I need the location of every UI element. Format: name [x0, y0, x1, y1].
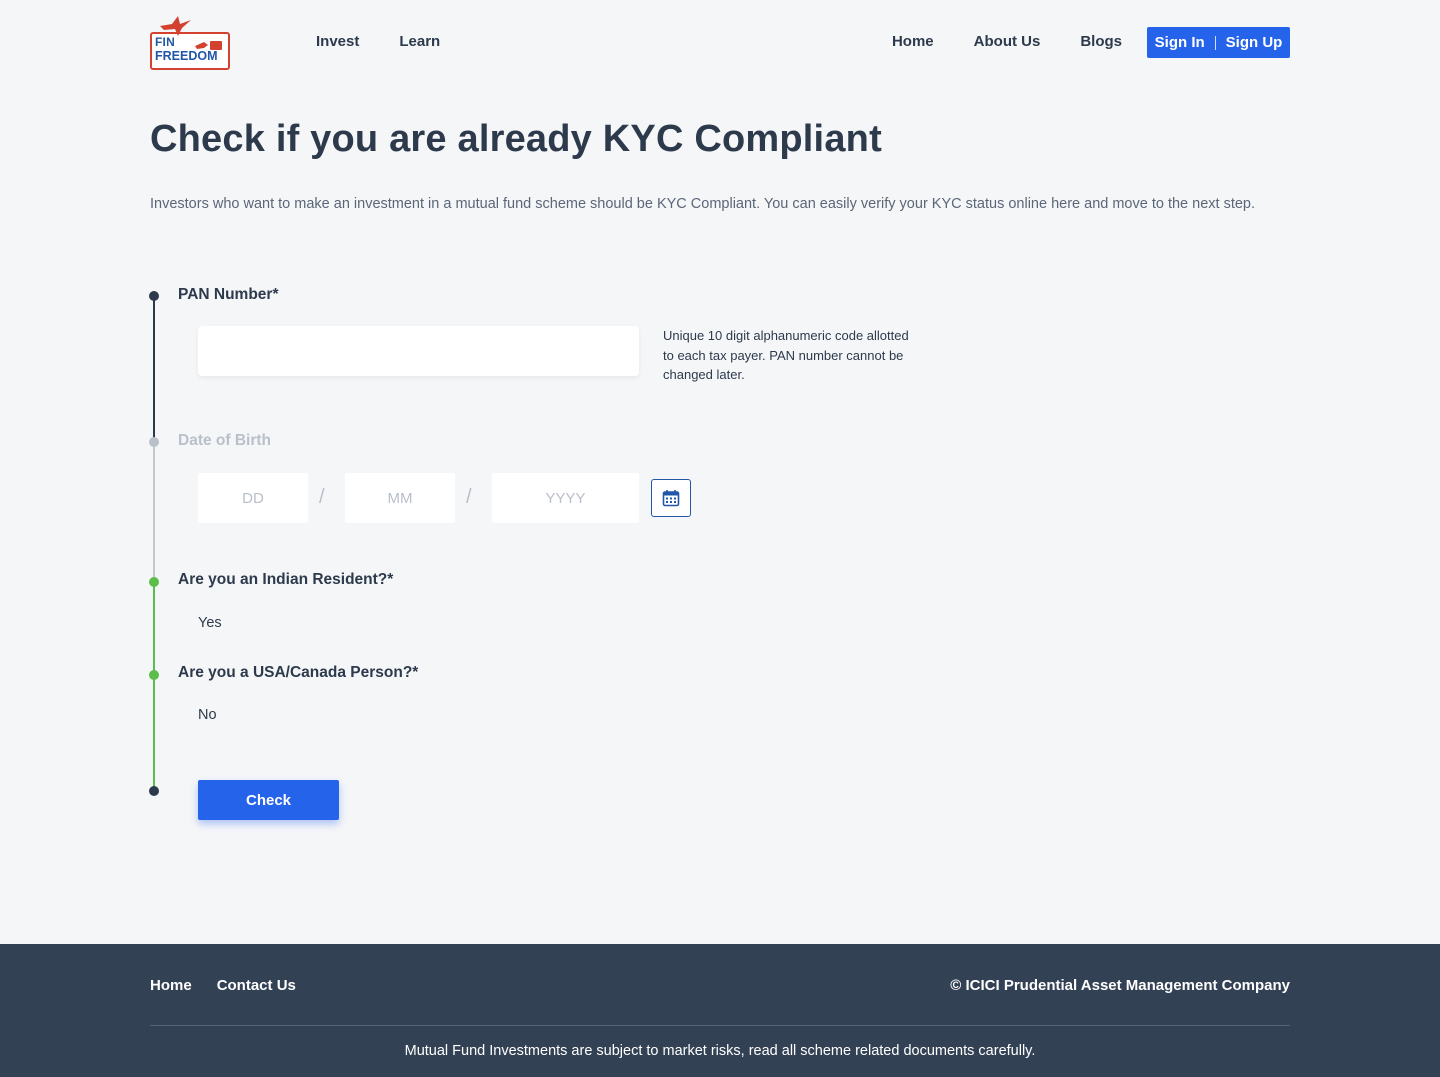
footer: Home Contact Us © ICICI Prudential Asset… — [0, 944, 1440, 1077]
pan-label: PAN Number* — [178, 286, 279, 303]
nav-blogs[interactable]: Blogs — [1080, 33, 1122, 50]
sign-in-button[interactable]: Sign In — [1155, 34, 1205, 51]
pan-help-text: Unique 10 digit alphanumeric code allott… — [663, 328, 909, 382]
dob-separator: / — [466, 486, 472, 508]
auth-divider — [1214, 35, 1216, 50]
calendar-icon — [662, 490, 680, 507]
footer-link-contact-us[interactable]: Contact Us — [217, 977, 296, 994]
dob-label: Date of Birth — [178, 432, 271, 449]
footer-links: Home Contact Us — [150, 977, 296, 994]
logo-text-fin: FIN — [155, 35, 175, 49]
primary-nav: Invest Learn — [316, 33, 440, 50]
dob-day-input[interactable] — [198, 473, 308, 523]
stepper-line-done — [153, 582, 155, 790]
nav-home[interactable]: Home — [892, 33, 934, 50]
step-dot-usa-canada — [149, 670, 159, 680]
step-dot-submit — [149, 786, 159, 796]
footer-link-home[interactable]: Home — [150, 977, 192, 994]
usa-canada-answer[interactable]: No — [198, 707, 217, 723]
stepper-line-active — [153, 300, 155, 442]
finfreedom-logo[interactable]: FIN FREEDOM — [150, 14, 230, 70]
stepper-line-pending — [153, 442, 155, 582]
pan-input[interactable] — [198, 326, 639, 376]
resident-label: Are you an Indian Resident?* — [178, 571, 394, 588]
footer-divider — [150, 1025, 1290, 1026]
nav-learn[interactable]: Learn — [399, 33, 440, 50]
step-dot-resident — [149, 577, 159, 587]
dob-separator: / — [319, 486, 325, 508]
nav-about-us[interactable]: About Us — [974, 33, 1041, 50]
check-button[interactable]: Check — [198, 780, 339, 820]
nav-invest[interactable]: Invest — [316, 33, 359, 50]
page-title: Check if you are already KYC Compliant — [150, 118, 882, 160]
dob-year-input[interactable] — [492, 473, 639, 523]
usa-canada-label: Are you a USA/Canada Person?* — [178, 664, 419, 681]
resident-answer[interactable]: Yes — [198, 615, 222, 631]
page-description: Investors who want to make an investment… — [150, 196, 1256, 212]
header: FIN FREEDOM Invest Learn Home About Us B… — [0, 0, 1440, 86]
dob-month-input[interactable] — [345, 473, 455, 523]
auth-button-group: Sign In Sign Up — [1147, 27, 1290, 58]
disclaimer-text: Mutual Fund Investments are subject to m… — [404, 1043, 1036, 1059]
step-dot-dob — [149, 437, 159, 447]
copyright-text: © ICICI Prudential Asset Management Comp… — [950, 977, 1290, 994]
hands-icon — [195, 41, 222, 50]
calendar-button[interactable] — [651, 479, 691, 517]
step-dot-pan — [149, 291, 159, 301]
sign-up-button[interactable]: Sign Up — [1226, 34, 1283, 51]
secondary-nav: Home About Us Blogs — [892, 33, 1122, 50]
